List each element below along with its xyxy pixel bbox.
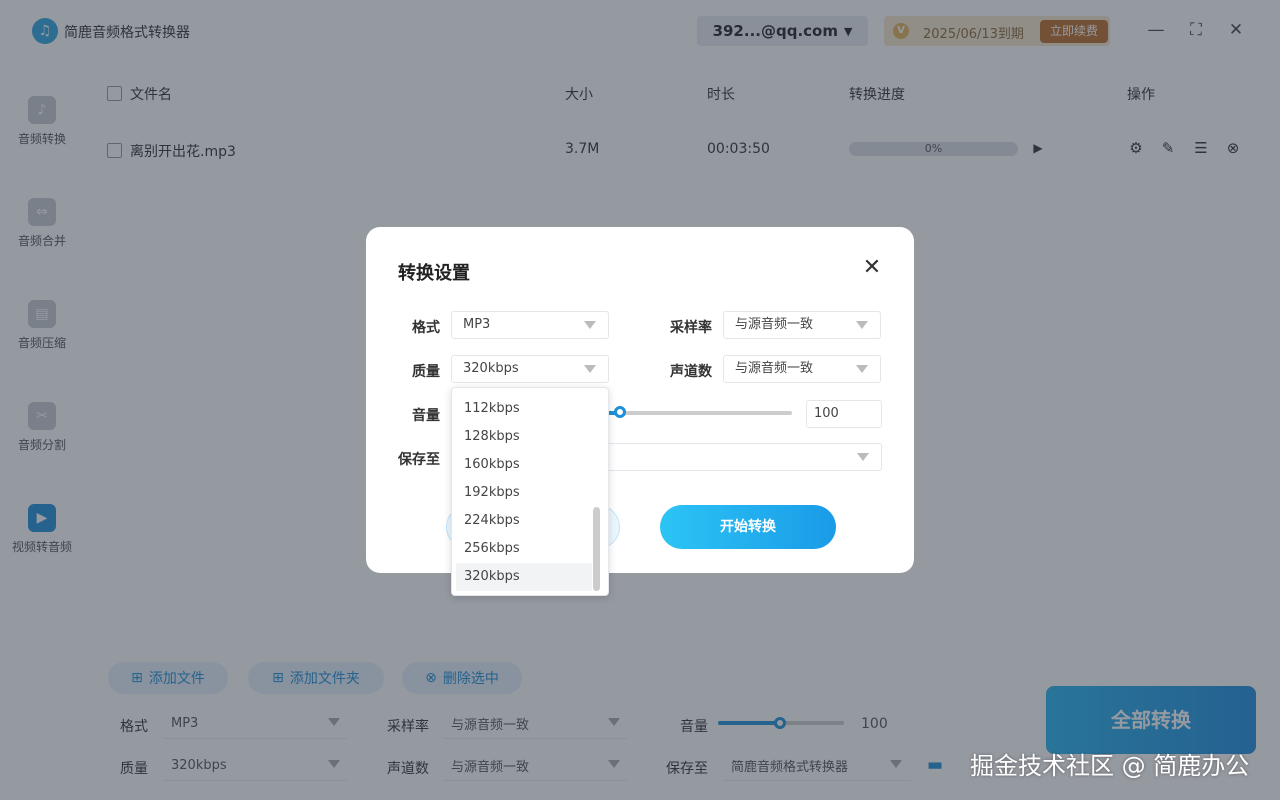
quality-option[interactable]: 112kbps xyxy=(452,395,592,423)
quality-label: 质量 xyxy=(412,364,440,380)
quality-value: 320kbps xyxy=(463,361,519,376)
format-value: MP3 xyxy=(463,317,491,332)
quality-option[interactable]: 160kbps xyxy=(452,451,592,479)
quality-select[interactable]: 320kbps xyxy=(451,355,609,383)
channels-select[interactable]: 与源音频一致 xyxy=(723,355,881,383)
dropdown-arrow-icon xyxy=(584,365,596,373)
dropdown-arrow-icon xyxy=(584,321,596,329)
format-select[interactable]: MP3 xyxy=(451,311,609,339)
samplerate-label: 采样率 xyxy=(670,320,712,336)
dropdown-arrow-icon xyxy=(857,453,869,461)
quality-option-selected[interactable]: 320kbps xyxy=(456,563,592,591)
dropdown-scrollbar[interactable] xyxy=(593,507,600,591)
dialog-close-icon[interactable]: ✕ xyxy=(860,256,884,280)
volume-knob[interactable] xyxy=(614,406,626,418)
watermark: 掘金技术社区 @ 简鹿办公 xyxy=(970,752,1250,780)
quality-option[interactable]: 128kbps xyxy=(452,423,592,451)
volume-input[interactable]: 100 xyxy=(806,400,882,428)
saveto-label: 保存至 xyxy=(398,452,440,468)
quality-option[interactable]: 192kbps xyxy=(452,479,592,507)
dialog-title: 转换设置 xyxy=(398,263,470,284)
samplerate-value: 与源音频一致 xyxy=(735,317,814,332)
channels-label: 声道数 xyxy=(670,364,712,380)
start-convert-button[interactable]: 开始转换 xyxy=(660,505,836,549)
dropdown-arrow-icon xyxy=(856,365,868,373)
samplerate-select[interactable]: 与源音频一致 xyxy=(723,311,881,339)
channels-value: 与源音频一致 xyxy=(735,361,814,376)
quality-option[interactable]: 256kbps xyxy=(452,535,592,563)
format-label: 格式 xyxy=(412,320,440,336)
dropdown-arrow-icon xyxy=(856,321,868,329)
quality-option[interactable]: 224kbps xyxy=(452,507,592,535)
volume-label: 音量 xyxy=(412,408,440,424)
